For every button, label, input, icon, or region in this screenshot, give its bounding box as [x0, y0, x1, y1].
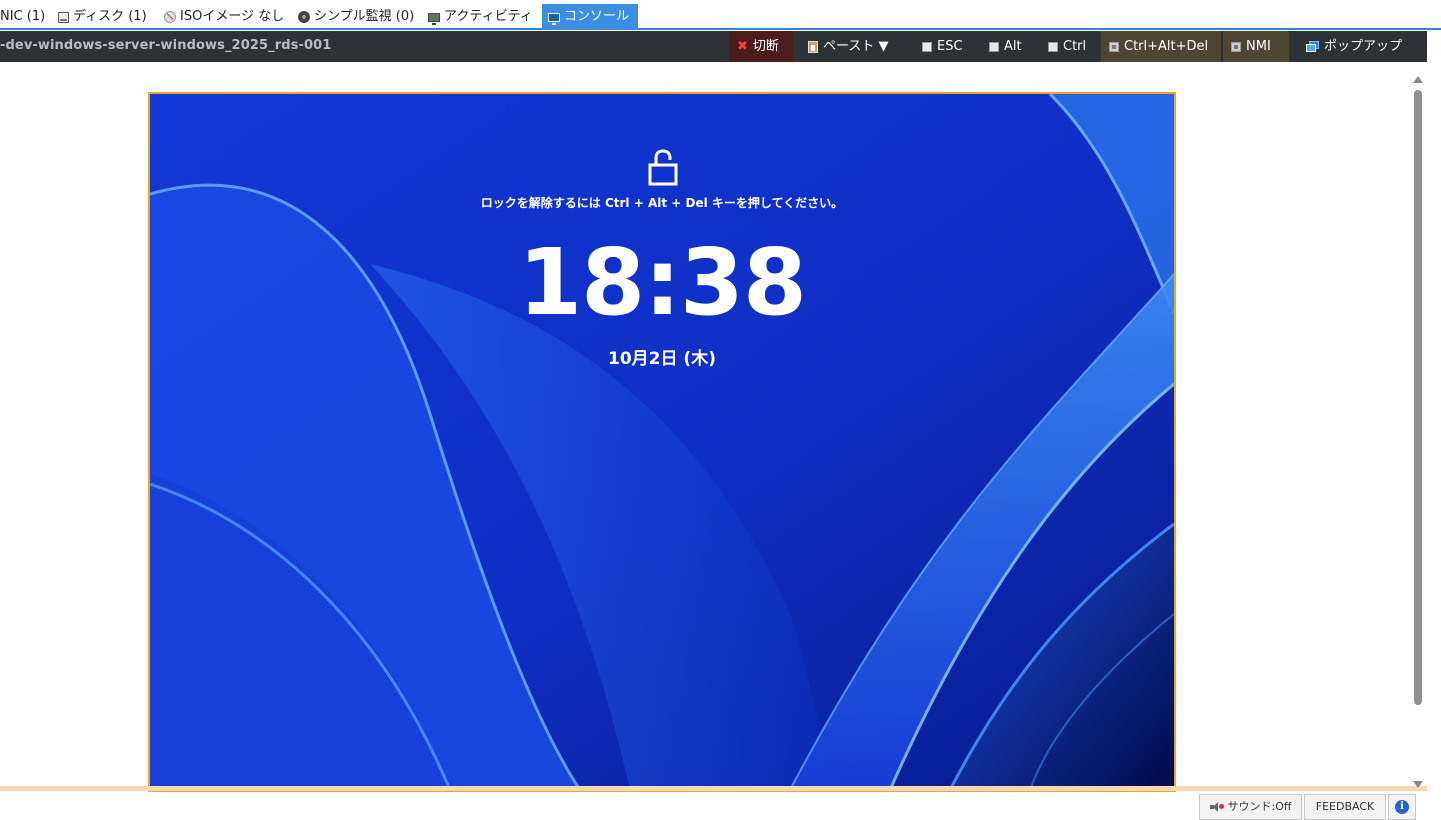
lockscreen-date: 10月2日 (木) — [608, 349, 716, 369]
feedback-label: FEEDBACK — [1315, 800, 1375, 813]
tab-disk-label: ディスク (1) — [73, 9, 147, 24]
unlock-instruction: ロックを解除するには Ctrl + Alt + Del キーを押してください。 — [480, 196, 844, 210]
tab-monitor-label: シンプル監視 (0) — [314, 9, 415, 24]
nmi-label: NMI — [1246, 39, 1271, 54]
disconnect-label: 切断 — [752, 39, 779, 54]
popup-window-icon — [1306, 41, 1319, 52]
vertical-scrollbar[interactable] — [1411, 72, 1425, 790]
console-icon — [548, 12, 560, 25]
info-icon: i — [1395, 800, 1409, 814]
paste-label: ペースト ▼ — [823, 39, 889, 54]
paste-button[interactable]: ペースト ▼ — [800, 31, 904, 62]
monitor-icon — [298, 11, 310, 23]
tab-disk[interactable]: ディスク (1) — [52, 5, 153, 29]
scrollbar-thumb[interactable] — [1414, 90, 1422, 705]
tab-simple-monitor[interactable]: シンプル監視 (0) — [292, 5, 420, 29]
popup-button[interactable]: ポップアップ — [1298, 31, 1418, 62]
disk-icon — [58, 11, 69, 23]
nmi-button[interactable]: NMI — [1223, 31, 1289, 62]
keyboard-icon — [1109, 41, 1119, 52]
sound-toggle-button[interactable]: サウンド:Off — [1199, 794, 1302, 820]
tab-nic-label: NIC (1) — [0, 9, 46, 24]
speaker-muted-icon — [1209, 802, 1224, 812]
alt-key-button[interactable]: Alt — [981, 31, 1031, 62]
alt-label: Alt — [1004, 39, 1022, 54]
console-bottom-divider — [0, 786, 1427, 791]
tab-activity[interactable]: アクティビティ — [422, 5, 539, 29]
tab-console-label: コンソール — [564, 9, 630, 24]
unlock-icon — [648, 149, 678, 186]
lockscreen-time: 18:38 — [518, 229, 807, 336]
popup-label: ポップアップ — [1324, 39, 1403, 54]
tab-activity-label: アクティビティ — [444, 9, 533, 24]
esc-label: ESC — [937, 39, 963, 54]
vm-console-screen[interactable]: ロックを解除するには Ctrl + Alt + Del キーを押してください。 … — [148, 92, 1176, 792]
tab-console[interactable]: コンソール — [542, 4, 638, 30]
nmi-icon — [1231, 41, 1241, 52]
sound-label: サウンド:Off — [1227, 800, 1292, 813]
tab-iso-label: ISOイメージ なし — [180, 9, 285, 24]
alt-checkbox[interactable] — [989, 41, 999, 52]
feedback-button[interactable]: FEEDBACK — [1304, 794, 1386, 820]
tab-nic[interactable]: NIC (1) — [0, 5, 51, 29]
ctrl-label: Ctrl — [1063, 39, 1087, 54]
ctrl-key-button[interactable]: Ctrl — [1040, 31, 1096, 62]
ctrl-checkbox[interactable] — [1048, 41, 1058, 52]
console-toolbar: -dev-windows-server-windows_2025_rds-001… — [0, 31, 1427, 62]
server-name: -dev-windows-server-windows_2025_rds-001 — [0, 38, 332, 53]
scroll-down-arrow-icon[interactable] — [1413, 781, 1423, 788]
disconnect-button[interactable]: ✖ 切断 — [729, 31, 793, 62]
clipboard-icon — [808, 40, 818, 53]
info-button[interactable]: i — [1388, 794, 1416, 820]
esc-key-button[interactable]: ESC — [914, 31, 976, 62]
scroll-up-arrow-icon[interactable] — [1413, 76, 1423, 83]
activity-icon — [428, 12, 440, 25]
esc-checkbox[interactable] — [922, 41, 932, 52]
ctrl-alt-del-button[interactable]: Ctrl+Alt+Del — [1101, 31, 1221, 62]
tab-iso[interactable]: ISOイメージ なし — [158, 5, 290, 29]
tab-bar: NIC (1) ディスク (1) ISOイメージ なし シンプル監視 (0) ア… — [0, 0, 1441, 30]
ctrl-alt-del-label: Ctrl+Alt+Del — [1124, 39, 1209, 54]
close-icon: ✖ — [737, 39, 748, 54]
iso-icon — [164, 11, 176, 23]
